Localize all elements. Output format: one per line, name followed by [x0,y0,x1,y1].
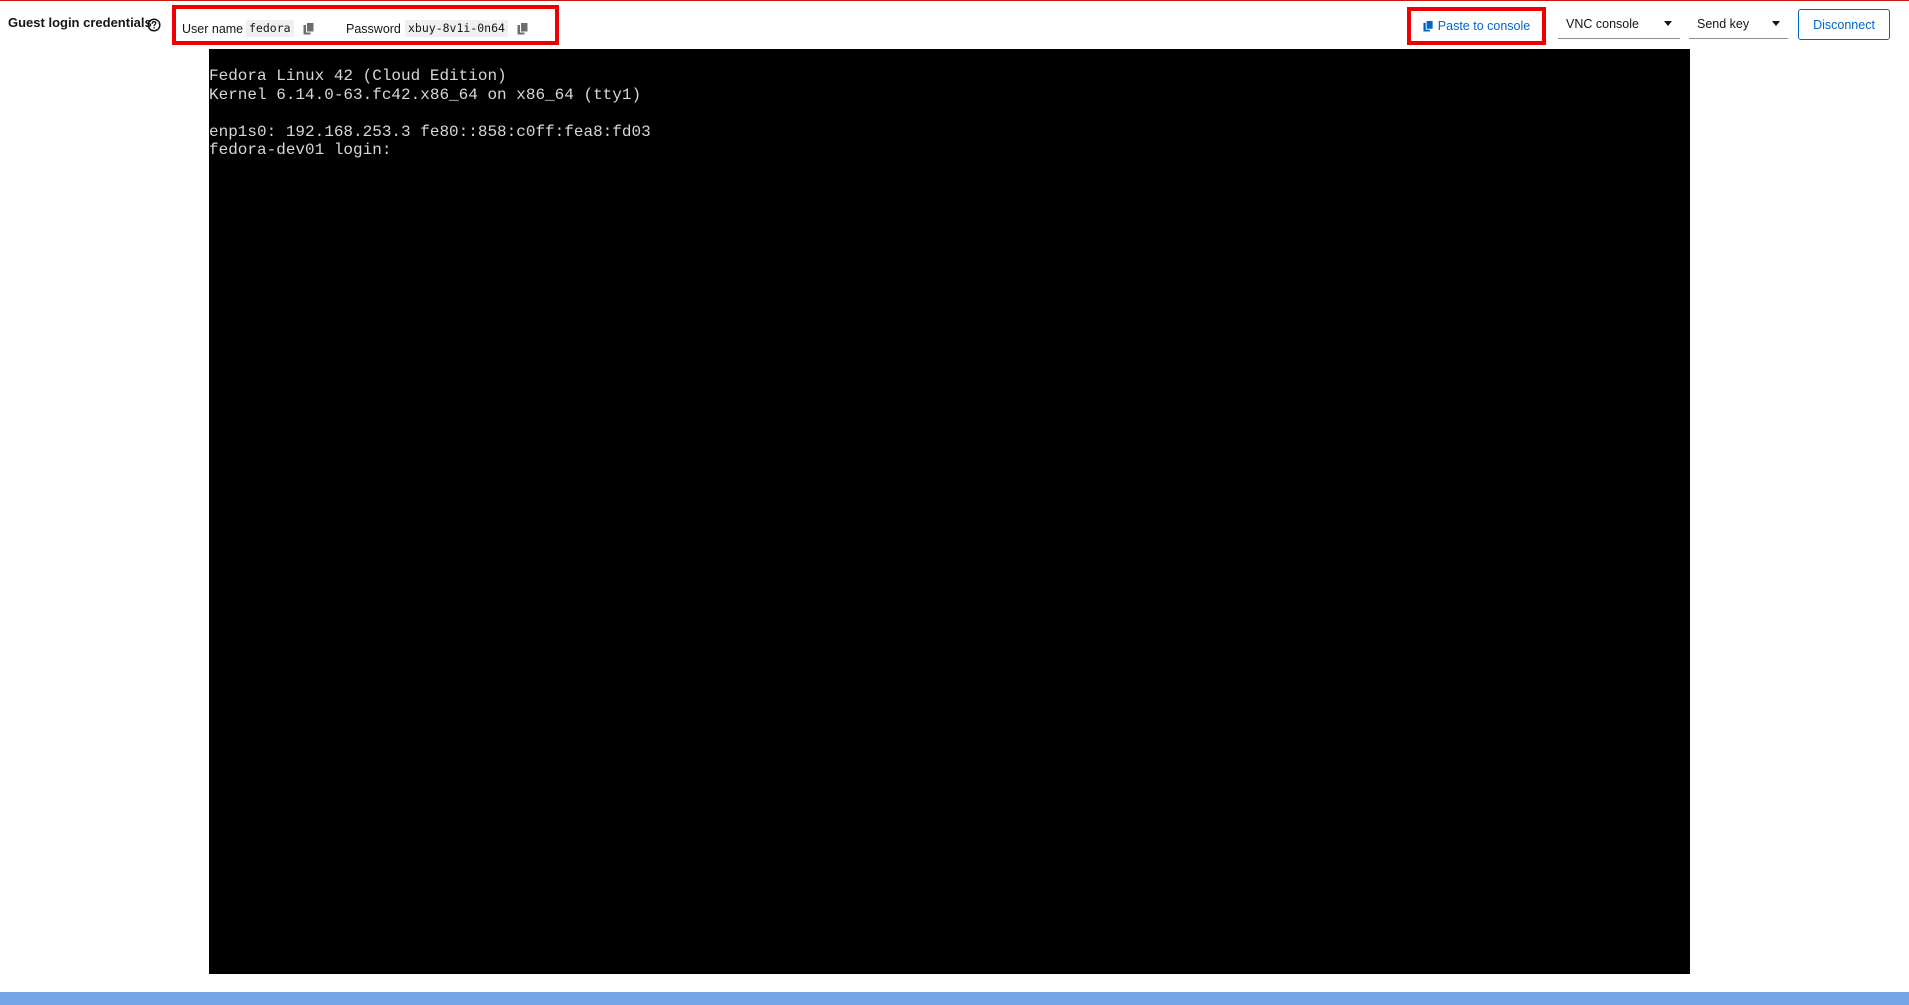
username-label: User name [182,22,244,36]
console-line: Kernel 6.14.0-63.fc42.x86_64 on x86_64 (… [209,85,642,104]
copy-icon [517,21,529,34]
credentials-highlight: User name fedora Password xbuy-8v1i-0n64 [172,5,559,45]
console-line: fedora-dev01 login: [209,141,392,160]
console-toolbar: Guest login credentials User name fedora… [0,0,1909,48]
paste-to-console-content: Paste to console [1423,19,1530,33]
password-label: Password [346,22,401,36]
disconnect-button[interactable]: Disconnect [1798,9,1890,40]
paste-to-console-label: Paste to console [1437,19,1531,33]
vnc-console-screen[interactable]: Fedora Linux 42 (Cloud Edition) Kernel 6.… [209,49,1690,974]
console-type-select[interactable]: VNC console [1558,9,1680,39]
username-value: fedora [246,20,294,37]
guest-credentials-title: Guest login credentials [8,15,152,30]
send-key-label: Send key [1697,16,1750,31]
copy-password-button[interactable] [514,19,532,37]
bottom-bar [0,992,1909,1005]
caret-down-icon [1772,21,1780,26]
paste-to-console-button[interactable]: Paste to console [1407,7,1546,45]
copy-icon [303,21,315,34]
console-line: Fedora Linux 42 (Cloud Edition) [209,67,507,85]
copy-icon [1423,20,1434,32]
question-circle-icon[interactable] [147,18,161,32]
console-output: Fedora Linux 42 (Cloud Edition) Kernel 6.… [209,67,651,160]
copy-username-button[interactable] [300,19,318,37]
password-value: xbuy-8v1i-0n64 [405,20,508,37]
send-key-select[interactable]: Send key [1689,9,1788,39]
caret-down-icon [1664,21,1672,26]
console-type-label: VNC console [1566,16,1639,31]
console-line: enp1s0: 192.168.253.3 fe80::858:c0ff:fea… [209,122,651,141]
